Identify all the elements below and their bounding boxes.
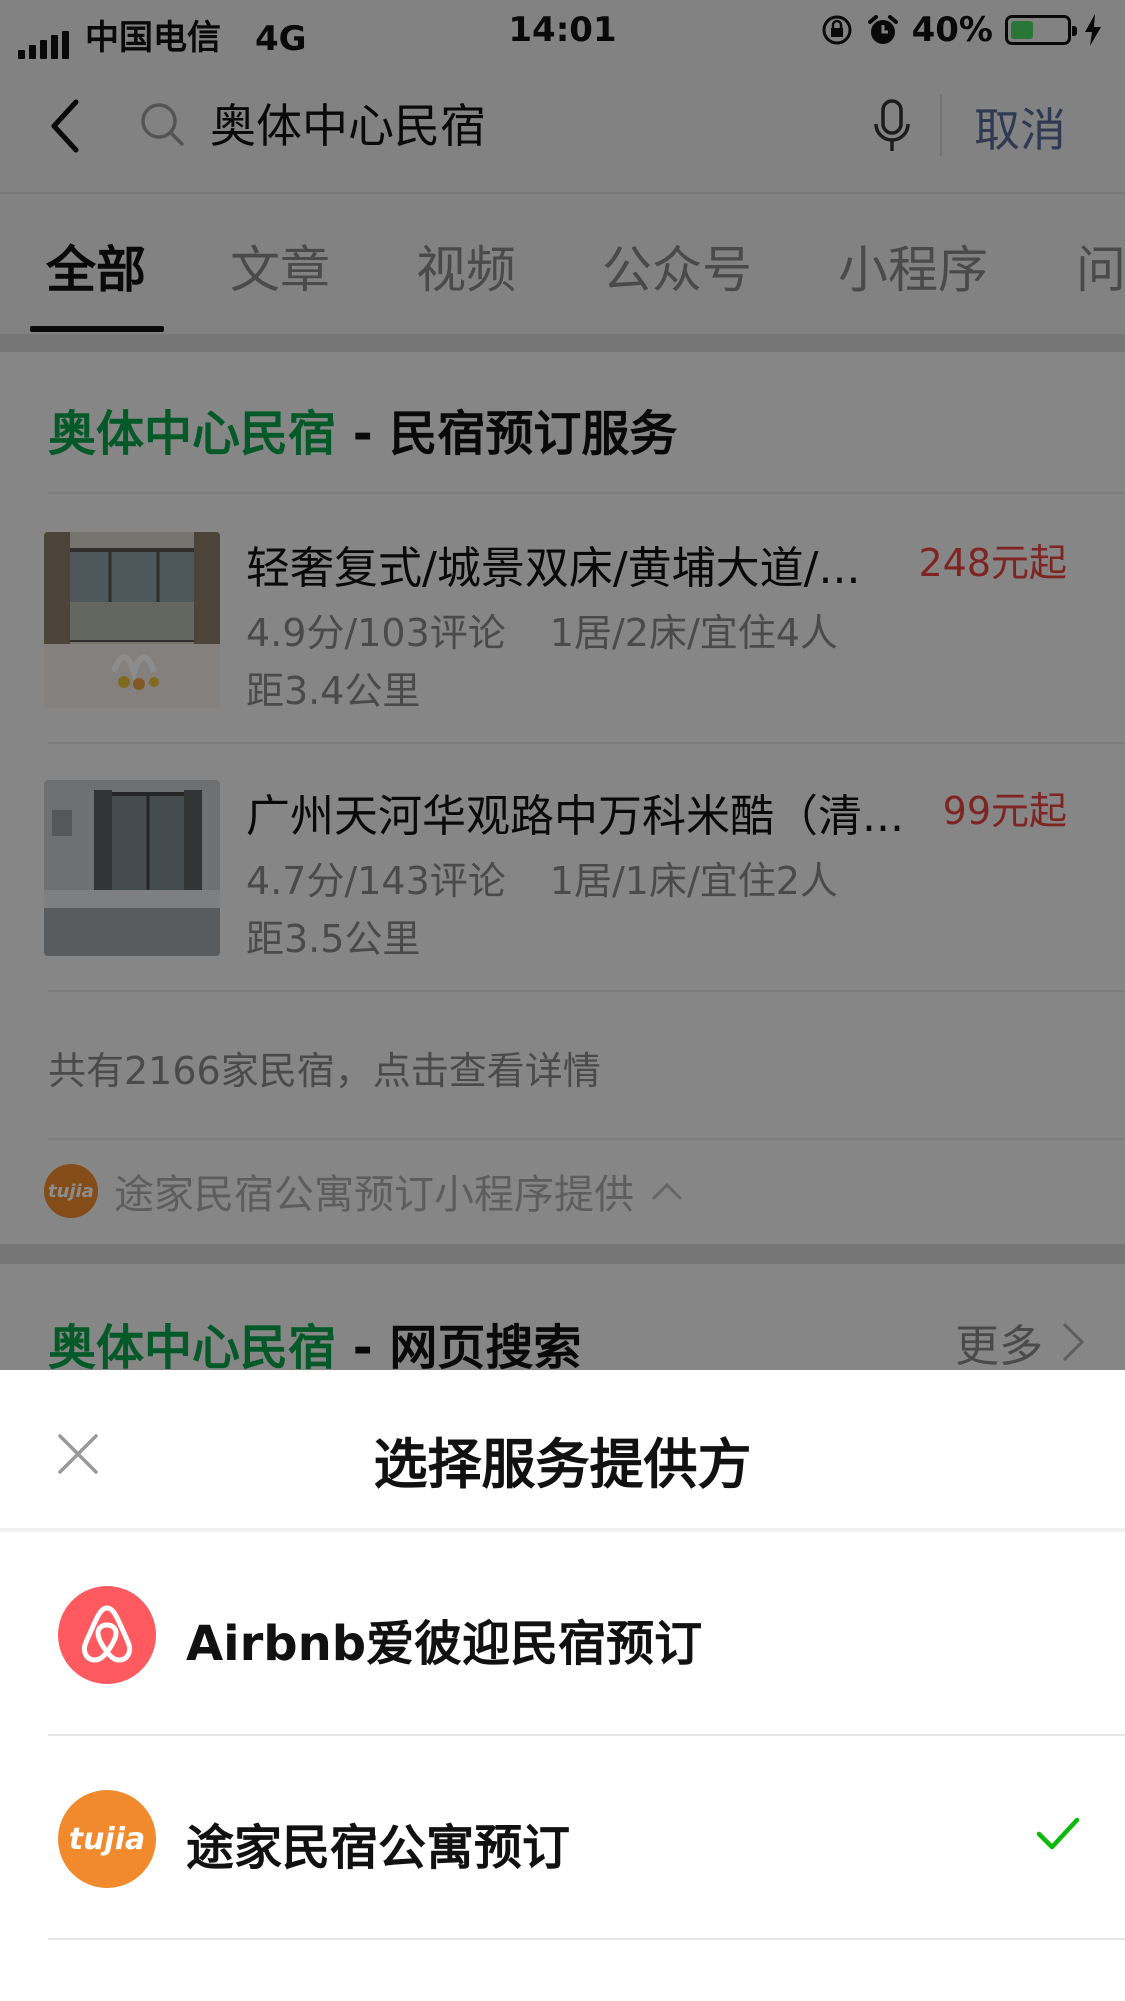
provider-option-airbnb[interactable]: Airbnb爱彼迎民宿预订 (0, 1532, 1125, 1736)
divider (48, 1938, 1125, 1940)
airbnb-logo-icon (58, 1586, 156, 1684)
option-label: Airbnb爱彼迎民宿预订 (186, 1616, 703, 1672)
provider-option-tujia[interactable]: tujia 途家民宿公寓预订 (0, 1736, 1125, 1940)
tujia-logo: tujia (58, 1790, 156, 1888)
sheet-title: 选择服务提供方 (373, 1433, 752, 1496)
modal-backdrop[interactable] (0, 0, 1125, 1370)
checkmark-icon (1036, 1817, 1080, 1850)
option-label: 途家民宿公寓预订 (186, 1820, 571, 1876)
